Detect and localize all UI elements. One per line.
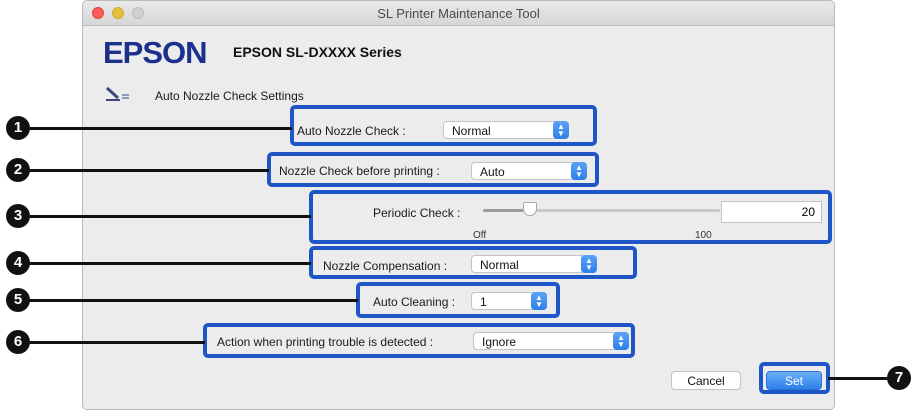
leader-line-5 — [28, 299, 358, 302]
callout-6: 6 — [6, 330, 30, 354]
callout-2: 2 — [6, 158, 30, 182]
highlight-box-2 — [267, 152, 599, 187]
highlight-box-5 — [356, 282, 560, 318]
callout-5: 5 — [6, 288, 30, 312]
highlight-box-7 — [759, 362, 830, 394]
highlight-box-3 — [309, 190, 832, 244]
cancel-button[interactable]: Cancel — [671, 371, 741, 390]
callout-4: 4 — [6, 251, 30, 275]
leader-line-2 — [28, 169, 269, 172]
printer-model: EPSON SL-DXXXX Series — [233, 44, 402, 60]
epson-logo: EPSON — [103, 35, 208, 70]
highlight-box-6 — [203, 323, 635, 358]
callout-7: 7 — [887, 366, 911, 390]
highlight-box-4 — [309, 246, 637, 279]
leader-line-3 — [28, 215, 311, 218]
leader-line-6 — [28, 341, 205, 344]
leader-line-1 — [28, 127, 292, 130]
highlight-box-1 — [290, 105, 597, 146]
leader-line-4 — [28, 262, 311, 265]
window-title: SL Printer Maintenance Tool — [377, 6, 540, 21]
section-title: Auto Nozzle Check Settings — [155, 89, 304, 103]
leader-line-7 — [828, 377, 890, 380]
nozzle-check-icon — [105, 86, 129, 101]
title-bar: SL Printer Maintenance Tool — [83, 1, 834, 26]
callout-1: 1 — [6, 116, 30, 140]
callout-3: 3 — [6, 204, 30, 228]
